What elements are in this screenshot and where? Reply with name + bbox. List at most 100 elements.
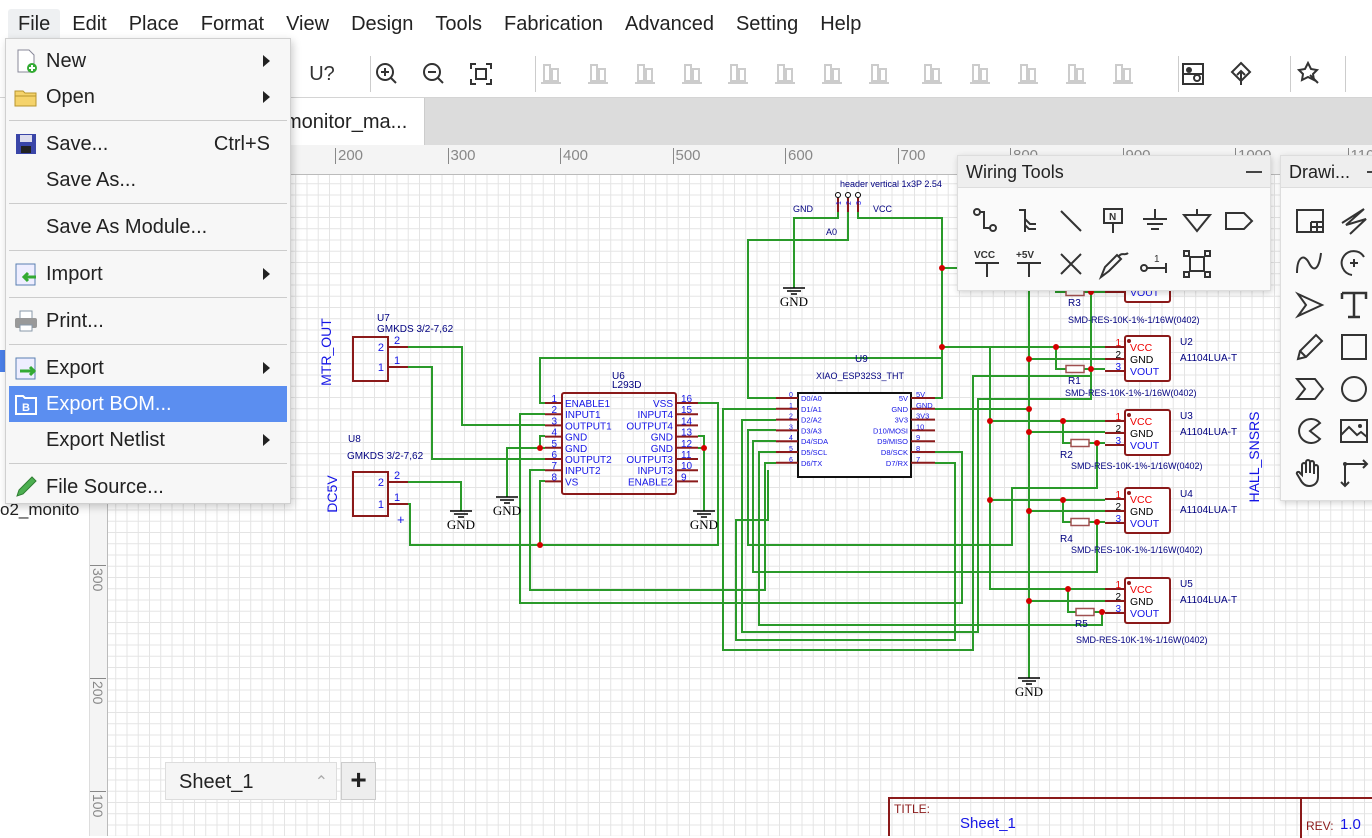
menu-place[interactable]: Place [119,9,189,40]
pencil-icon [14,475,38,499]
fit-view-icon[interactable] [467,60,495,88]
align-top-icon[interactable] [818,60,846,88]
bezier-icon[interactable] [1293,246,1327,280]
submenu-arrow-icon [263,91,270,103]
menu-item-new[interactable]: New [6,43,290,79]
net-flag-letter: N [1109,212,1116,223]
menu-item-file-source[interactable]: File Source... [6,469,290,505]
menu-separator [9,250,287,251]
chevron-up-icon[interactable]: ⌃ [315,772,328,792]
plus-5v-icon[interactable]: +5V [1012,247,1046,281]
bus-entry-icon[interactable] [1054,204,1088,238]
convert-pcb-icon[interactable] [1179,60,1207,88]
drag-icon[interactable] [1293,456,1327,490]
image-icon[interactable] [1337,414,1371,448]
rotate-left-icon[interactable] [537,60,565,88]
polyline-icon[interactable] [1337,204,1371,238]
wire-icon[interactable] [970,204,1004,238]
minimize-icon[interactable] [1246,171,1262,173]
menu-item-save[interactable]: Save...Ctrl+S [6,126,290,162]
menu-item-export[interactable]: Export [6,350,290,386]
arc-icon[interactable] [1337,246,1371,280]
wiring-tools-header[interactable]: Wiring Tools [958,156,1270,188]
menu-tools[interactable]: Tools [425,9,492,40]
minimize-icon[interactable] [1367,171,1372,173]
arrowhead-icon[interactable] [1293,288,1327,322]
align-center-v-icon[interactable] [966,60,994,88]
menu-setting[interactable]: Setting [726,9,808,40]
menu-design[interactable]: Design [341,9,423,40]
menu-file[interactable]: File [8,9,60,40]
update-pcb-icon[interactable] [1227,60,1255,88]
printer-icon [14,309,38,333]
align-left-icon[interactable] [724,60,752,88]
ellipse-icon[interactable] [1337,372,1371,406]
table-icon[interactable] [1293,204,1327,238]
menu-item-label: Open [46,86,95,109]
vcc-text: VCC [974,250,995,261]
new-file-icon [14,49,38,73]
menu-advanced[interactable]: Advanced [615,9,724,40]
add-sheet-button[interactable]: + [341,762,376,800]
net-flag-icon[interactable] [1222,204,1256,238]
rev-value: 1.0 [1340,816,1361,833]
menu-format[interactable]: Format [191,9,274,40]
distribute-h-icon[interactable] [1062,60,1090,88]
floppy-disk-icon [14,132,38,156]
menu-item-label: Save As Module... [46,216,207,239]
menu-item-import[interactable]: Import [6,256,290,292]
menu-item-export-bom[interactable]: B Export BOM... [9,386,287,422]
polygon-icon[interactable] [1293,372,1327,406]
rotate-right-icon[interactable] [584,60,612,88]
menu-item-open[interactable]: Open [6,79,290,115]
menu-item-label: Export BOM... [46,393,172,416]
net-port-icon[interactable] [1180,204,1214,238]
menu-edit[interactable]: Edit [62,9,116,40]
group-icon[interactable] [1180,247,1214,281]
rev-label: REV: [1306,819,1334,833]
distribute-icon[interactable] [1014,60,1042,88]
freehand-icon[interactable] [1293,330,1327,364]
zoom-in-icon[interactable] [373,60,401,88]
submenu-arrow-icon [263,434,270,446]
flip-vertical-icon[interactable] [678,60,706,88]
menu-fabrication[interactable]: Fabrication [494,9,613,40]
no-connect-icon[interactable] [1054,247,1088,281]
distribute-v-icon[interactable] [1109,60,1137,88]
align-right-icon[interactable] [771,60,799,88]
title-label: TITLE: [894,802,930,816]
menu-separator [9,203,287,204]
menu-view[interactable]: View [276,9,339,40]
zoom-out-icon[interactable] [420,60,448,88]
ground-icon[interactable] [1138,204,1172,238]
menu-item-print[interactable]: Print... [6,303,290,339]
align-bottom-icon[interactable] [865,60,893,88]
vcc-icon[interactable]: VCC [970,247,1004,281]
toolbar-separator [1290,56,1291,92]
text-icon[interactable] [1337,288,1371,322]
drawing-tools-header[interactable]: Drawi... [1281,156,1372,188]
menu-item-save-as[interactable]: Save As... [6,162,290,198]
pin-icon[interactable]: 1 [1138,247,1172,281]
drawing-tools-title: Drawi... [1289,162,1350,182]
ruler-label: 300 [448,148,476,164]
voltage-probe-icon[interactable] [1096,247,1130,281]
rectangle-icon[interactable] [1337,330,1371,364]
design-check-icon[interactable] [1295,60,1323,88]
toolbar-separator [370,56,371,92]
origin-icon[interactable] [1337,456,1371,490]
menu-item-export-netlist[interactable]: Export Netlist [6,422,290,458]
annotate-icon[interactable]: U? [308,60,336,88]
pie-icon[interactable] [1293,414,1327,448]
align-center-h-icon[interactable] [918,60,946,88]
net-label-icon[interactable]: N [1096,204,1130,238]
menu-item-label: Export [46,357,104,380]
menu-item-save-as-module[interactable]: Save As Module... [6,209,290,245]
bus-icon[interactable] [1012,204,1046,238]
svg-text:B: B [22,402,30,414]
ruler-label: 300 [90,565,106,591]
sheet-tab[interactable]: Sheet_1 ⌃ [165,762,337,800]
toolbar-separator [535,56,536,92]
flip-horizontal-icon[interactable] [631,60,659,88]
menu-help[interactable]: Help [810,9,871,40]
